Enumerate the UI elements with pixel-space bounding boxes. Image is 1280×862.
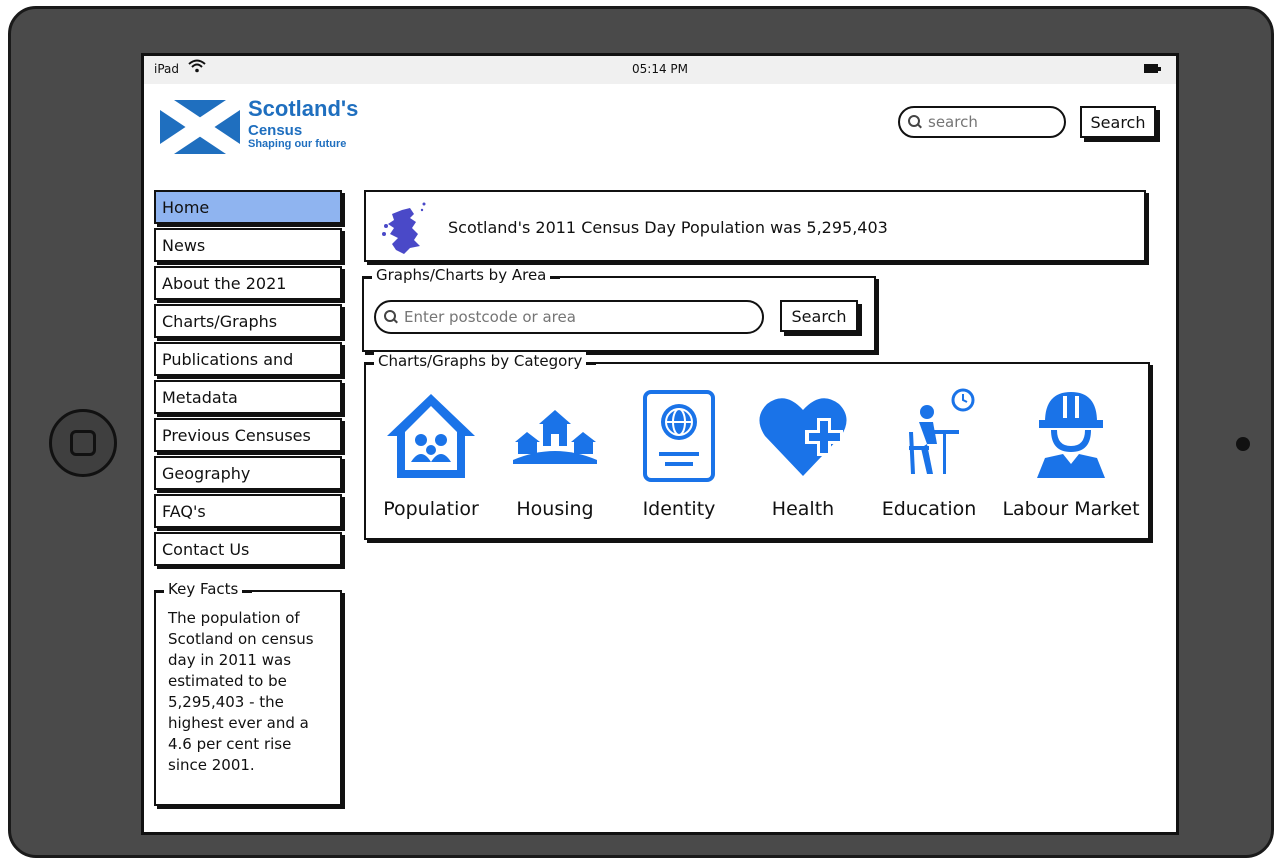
category-title: Charts/Graphs by Category [363, 352, 597, 370]
search-icon [908, 115, 922, 129]
header-search-field[interactable] [898, 106, 1066, 138]
logo-tagline: Shaping our future [248, 138, 347, 150]
category-panel: Charts/Graphs by Category Populatior Hou… [363, 352, 1150, 540]
key-facts-title: Key Facts [153, 580, 253, 598]
population-house-icon [387, 394, 475, 478]
clock-label: 05:14 PM [632, 62, 688, 76]
category-labour-market[interactable]: Labour Market [996, 388, 1146, 520]
banner-text: Scotland's 2011 Census Day Population wa… [448, 218, 888, 237]
health-heart-icon [759, 398, 847, 476]
scotlands-census-logo[interactable]: Scotland's Census Shaping our future [160, 96, 380, 160]
area-search-title: Graphs/Charts by Area [361, 266, 561, 284]
sidebar-item-geography[interactable]: Geography [154, 456, 342, 490]
scotland-map-icon [382, 202, 426, 254]
status-bar: iPad 05:14 PM [144, 56, 1176, 84]
category-label: Populatior [383, 498, 479, 520]
category-label: Housing [516, 498, 594, 520]
category-education[interactable]: Education [864, 388, 994, 520]
key-facts-panel: Key Facts The population of Scotland on … [153, 580, 342, 806]
category-housing[interactable]: Housing [490, 388, 620, 520]
search-icon [384, 310, 398, 324]
area-search-panel: Graphs/Charts by Area Search [361, 266, 876, 352]
sidebar-item-about[interactable]: About the 2021 [154, 266, 342, 300]
passport-icon [643, 390, 715, 482]
area-search-field[interactable] [374, 300, 764, 334]
category-label: Education [881, 498, 977, 520]
sidebar-item-publications[interactable]: Publications and [154, 342, 342, 376]
category-label: Identity [642, 498, 716, 520]
area-search-button[interactable]: Search [780, 300, 858, 332]
carrier-label: iPad [154, 62, 180, 76]
sidebar-nav: Home News About the 2021 Charts/Graphs P… [154, 190, 342, 570]
sidebar-item-contact[interactable]: Contact Us [154, 532, 342, 566]
battery-icon [1144, 64, 1161, 73]
logo-title: Scotland's [248, 96, 359, 121]
home-button-icon[interactable] [49, 409, 117, 477]
postcode-input[interactable] [398, 308, 762, 326]
sidebar-item-previous-censuses[interactable]: Previous Censuses [154, 418, 342, 452]
header-search-input[interactable] [922, 113, 1064, 131]
category-health[interactable]: Health [738, 388, 868, 520]
saltire-flag-icon [160, 100, 240, 154]
ipad-frame: iPad 05:14 PM Scotland's Census Shaping … [8, 6, 1274, 858]
logo-subtitle: Census [248, 122, 303, 139]
header-search-button[interactable]: Search [1080, 106, 1156, 138]
wifi-icon [188, 59, 206, 77]
worker-helmet-icon [1037, 392, 1105, 478]
category-label: Labour Market [1002, 498, 1140, 520]
housing-icon [513, 410, 597, 464]
category-population[interactable]: Populatior [366, 388, 496, 520]
key-facts-text: The population of Scotland on census day… [168, 609, 314, 774]
sidebar-item-metadata[interactable]: Metadata [154, 380, 342, 414]
category-identity[interactable]: Identity [614, 388, 744, 520]
camera-icon [1236, 437, 1250, 451]
population-banner: Scotland's 2011 Census Day Population wa… [364, 190, 1146, 262]
sidebar-item-home[interactable]: Home [154, 190, 342, 224]
sidebar-item-charts-graphs[interactable]: Charts/Graphs [154, 304, 342, 338]
sidebar-item-faqs[interactable]: FAQ's [154, 494, 342, 528]
screen: iPad 05:14 PM Scotland's Census Shaping … [141, 53, 1179, 835]
education-icon [909, 388, 975, 474]
category-label: Health [771, 498, 835, 520]
sidebar-item-news[interactable]: News [154, 228, 342, 262]
